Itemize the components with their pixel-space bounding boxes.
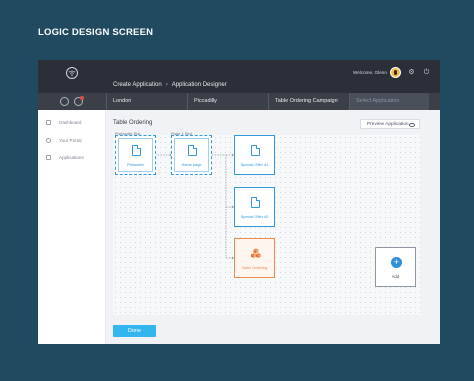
breadcrumb: Create Application › Application Designer: [113, 82, 227, 88]
portal-icon: [46, 138, 51, 144]
node-label: Home page: [181, 162, 202, 167]
design-canvas[interactable]: Preloader Slot Page 1 Slot Preloader Hom…: [113, 131, 421, 315]
breadcrumb-create-application[interactable]: Create Application: [113, 82, 162, 88]
cubes-icon: [251, 248, 261, 258]
sidebar: Dashboard Your Portal Applications: [38, 110, 106, 344]
sidebar-item-applications[interactable]: Applications: [46, 155, 84, 161]
tab-london[interactable]: London: [106, 93, 167, 110]
notification-badge: [80, 96, 84, 100]
top-bar: Create Application › Application Designer …: [38, 60, 440, 93]
flow-node-preloader[interactable]: Preloader: [115, 135, 156, 175]
flow-node-home-page[interactable]: Home page: [171, 135, 212, 175]
add-label: Add: [391, 274, 400, 279]
sidebar-item-label: Your Portal: [59, 138, 82, 143]
document-icon: [132, 145, 141, 156]
dashboard-icon: [46, 120, 51, 126]
notification-icon[interactable]: [74, 96, 84, 106]
logout-icon[interactable]: ⏻: [423, 69, 430, 76]
eye-icon: [409, 123, 415, 127]
sidebar-item-label: Dashboard: [59, 120, 82, 125]
tab-table-ordering-campaign[interactable]: Table Ordering Campaign: [268, 93, 348, 110]
tab-select-application[interactable]: Select Application: [349, 93, 429, 110]
gear-icon[interactable]: ⚙: [408, 69, 415, 76]
flow-node-special-offer-2[interactable]: Special Offer #2: [234, 187, 275, 227]
done-button[interactable]: Done: [113, 325, 156, 337]
main-content: Table Ordering Preview Application Prelo…: [106, 110, 440, 344]
sidebar-item-your-portal[interactable]: Your Portal: [46, 138, 82, 144]
app-window: Create Application › Application Designer …: [38, 60, 440, 344]
flow-node-table-ordering[interactable]: Table Ordering: [234, 238, 275, 278]
sidebar-item-label: Applications: [59, 155, 84, 160]
node-label: Special Offer #1: [240, 162, 269, 167]
sidebar-item-dashboard[interactable]: Dashboard: [46, 120, 82, 126]
welcome-text: Welcome, Glenn: [353, 70, 387, 75]
applications-icon: [46, 155, 51, 161]
document-icon: [188, 145, 197, 156]
add-node-card[interactable]: + Add: [375, 247, 416, 287]
breadcrumb-application-designer: Application Designer: [171, 82, 227, 88]
content-title: Table Ordering: [113, 120, 153, 126]
wifi-logo-icon[interactable]: [66, 67, 78, 79]
user-avatar[interactable]: [390, 67, 401, 78]
document-icon: [251, 145, 260, 156]
node-label: Table Ordering: [241, 265, 268, 270]
plus-icon: +: [391, 257, 402, 268]
node-label: Special Offer #2: [240, 214, 269, 219]
tab-piccadilly[interactable]: Piccadilly: [187, 93, 263, 110]
breadcrumb-separator: ›: [165, 82, 168, 88]
document-icon: [251, 197, 260, 208]
preview-application-button[interactable]: Preview Application: [360, 119, 420, 129]
node-label: Preloader: [127, 162, 144, 167]
page-heading: LOGIC DESIGN SCREEN: [38, 27, 154, 38]
flow-node-special-offer-1[interactable]: Special Offer #1: [234, 135, 275, 175]
preview-button-label: Preview Application: [367, 122, 409, 127]
bulb-icon[interactable]: [60, 97, 69, 106]
